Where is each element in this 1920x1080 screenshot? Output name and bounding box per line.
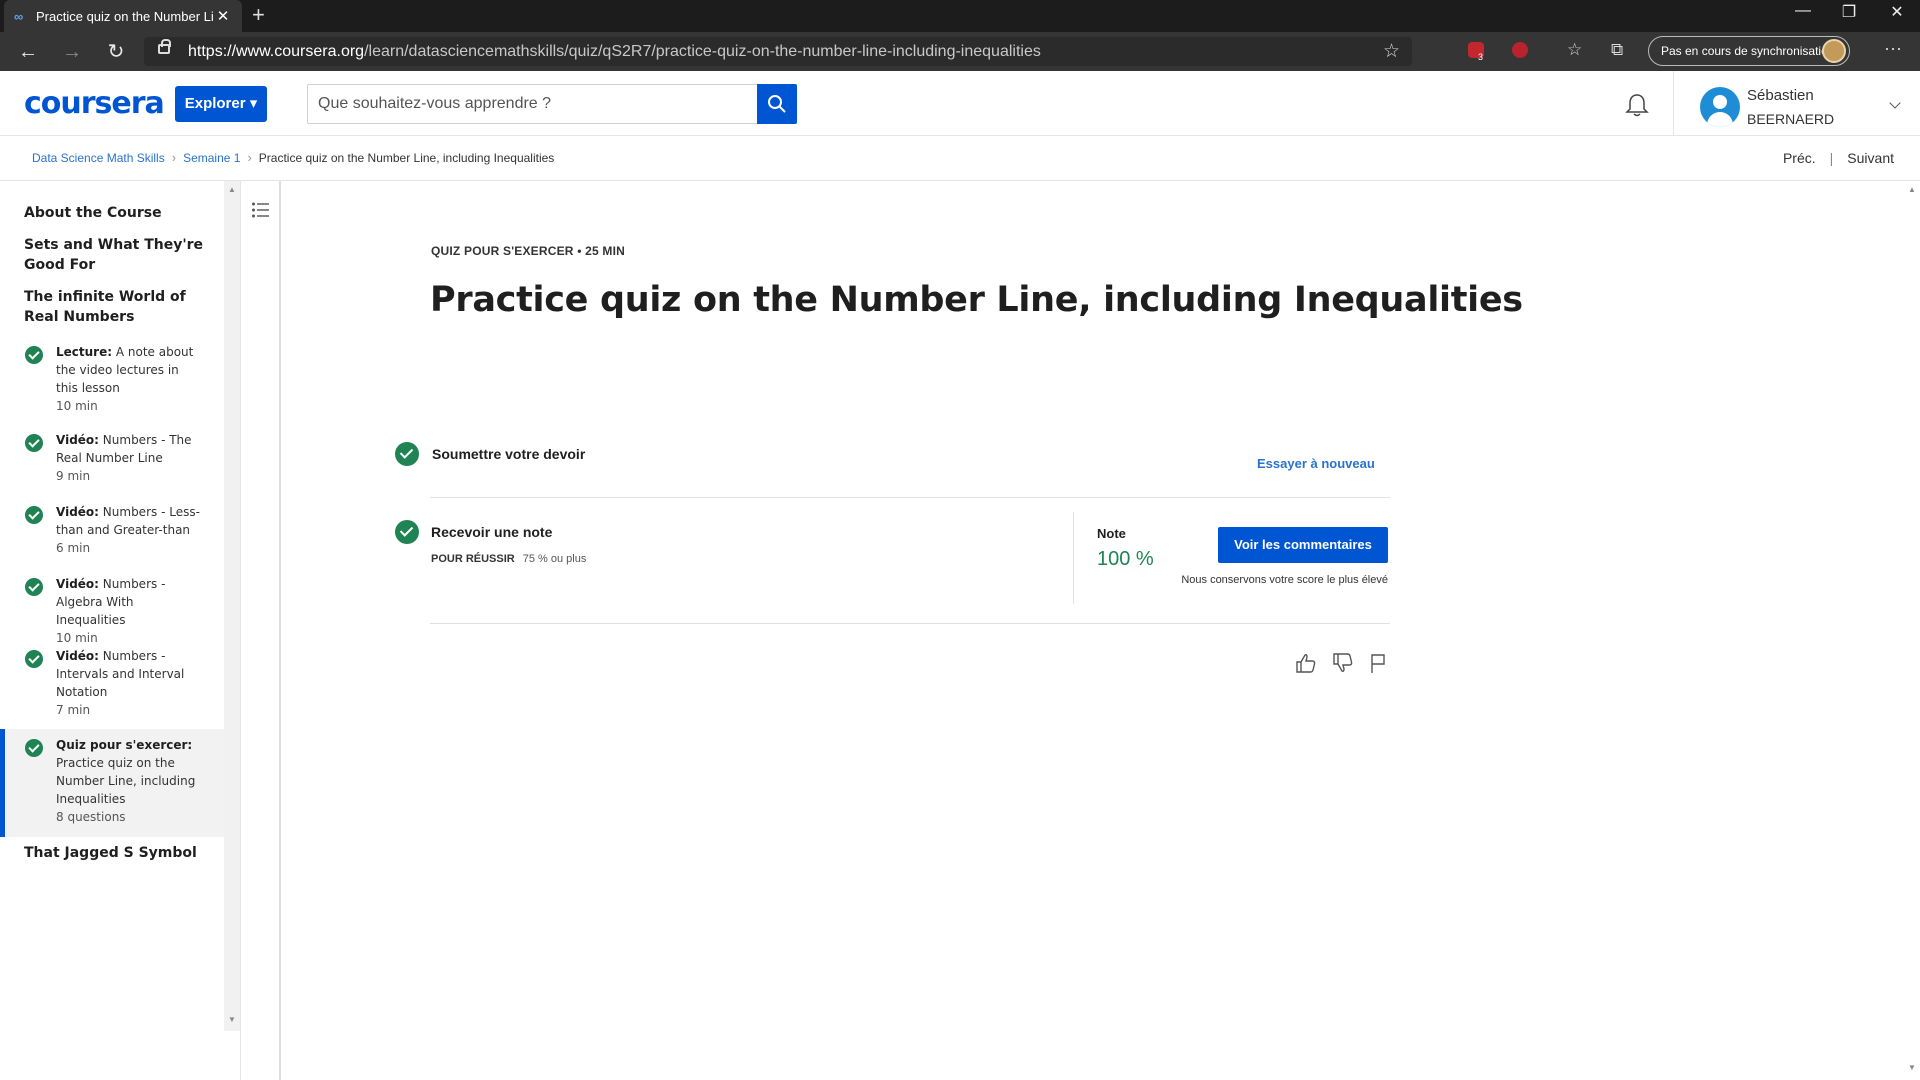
url-text[interactable]: https://www.coursera.org/learn/datascien… xyxy=(188,43,1041,61)
divider xyxy=(1073,512,1074,604)
address-bar[interactable]: https://www.coursera.org/learn/datascien… xyxy=(144,37,1412,66)
extension-badge: 3 xyxy=(1478,52,1484,62)
browser-toolbar: ← → ↻ https://www.coursera.org/learn/dat… xyxy=(0,32,1920,71)
explore-button[interactable]: Explorer ▾ xyxy=(175,86,267,122)
tab-close-icon[interactable]: ✕ xyxy=(214,7,232,25)
toc-column xyxy=(240,181,281,1080)
back-icon[interactable]: ← xyxy=(16,40,40,64)
coursera-favicon-icon: ∞ xyxy=(14,8,24,24)
grade-value: 100 % xyxy=(1097,548,1154,570)
restore-icon[interactable]: ❐ xyxy=(1826,2,1872,22)
flag-icon[interactable] xyxy=(1368,652,1388,674)
profile-sync-button[interactable]: Pas en cours de synchronisation xyxy=(1648,36,1850,66)
grade-label: Note xyxy=(1097,526,1126,541)
like-icon[interactable] xyxy=(1295,652,1317,674)
search-input[interactable] xyxy=(307,84,758,124)
breadcrumb-week[interactable]: Semaine 1 xyxy=(183,151,240,165)
header-divider xyxy=(1673,71,1674,135)
coursera-logo[interactable]: coursera xyxy=(24,86,165,121)
sidebar-item-quiz[interactable]: Quiz pour s'exercer: Practice quiz on th… xyxy=(0,729,224,837)
check-circle-icon xyxy=(25,506,43,524)
step-submit-label: Soumettre votre devoir xyxy=(432,446,586,462)
prev-next-nav: Préc. | Suivant xyxy=(1782,150,1894,166)
search-icon xyxy=(768,95,786,113)
check-circle-icon xyxy=(25,578,43,596)
favorite-star-icon[interactable]: ☆ xyxy=(1383,40,1400,63)
sidebar-item-video-2[interactable]: Vidéo: Numbers - Less-than and Greater-t… xyxy=(0,503,224,563)
more-menu-icon[interactable]: ··· xyxy=(1884,38,1902,59)
step-grade-label: Recevoir une note xyxy=(431,524,553,540)
next-link[interactable]: Suivant xyxy=(1847,150,1894,166)
sidebar-item-video-4[interactable]: Vidéo: Numbers - Intervals and Interval … xyxy=(0,647,224,723)
sidebar-item-video-1[interactable]: Vidéo: Numbers - The Real Number Line 9 m… xyxy=(0,431,224,491)
check-circle-icon xyxy=(25,650,43,668)
divider xyxy=(0,180,1920,181)
site-header: coursera Explorer ▾ Sébastien BEERNAERD xyxy=(0,71,1920,136)
tab-title: Practice quiz on the Number Line, includ… xyxy=(36,8,214,24)
extension-red-icon[interactable] xyxy=(1512,42,1528,58)
course-sidebar: About the Course Sets and What They're G… xyxy=(0,181,224,1080)
bell-icon[interactable] xyxy=(1624,92,1650,118)
breadcrumb: Data Science Math Skills › Semaine 1 › P… xyxy=(32,150,554,165)
new-tab-icon[interactable]: + xyxy=(252,4,265,26)
main-scrollbar[interactable]: ▲ ▼ xyxy=(1904,181,1920,1080)
browser-tab-bar: ∞ Practice quiz on the Number Line, incl… xyxy=(0,0,1920,32)
minimize-icon[interactable]: — xyxy=(1780,2,1826,20)
sidebar-section-about[interactable]: About the Course xyxy=(24,203,214,223)
breadcrumb-current: Practice quiz on the Number Line, includ… xyxy=(258,150,555,165)
page-title: Practice quiz on the Number Line, includ… xyxy=(430,280,1523,320)
toc-list-icon[interactable] xyxy=(251,201,271,219)
item-kicker: QUIZ POUR S'EXERCER • 25 MIN xyxy=(431,244,626,258)
view-feedback-button[interactable]: Voir les commentaires xyxy=(1218,527,1388,563)
sidebar-item-video-3[interactable]: Vidéo: Numbers - Algebra With Inequaliti… xyxy=(0,575,224,645)
sidebar-scrollbar[interactable]: ▲ ▼ xyxy=(224,181,240,1031)
forward-icon[interactable]: → xyxy=(60,40,84,64)
reload-icon[interactable]: ↻ xyxy=(104,40,128,64)
user-last-name[interactable]: BEERNAERD xyxy=(1747,111,1834,127)
prev-link[interactable]: Préc. xyxy=(1783,150,1816,166)
chevron-right-icon: › xyxy=(247,150,252,165)
chevron-down-icon[interactable] xyxy=(1889,97,1901,109)
score-note: Nous conservons votre score le plus élev… xyxy=(1181,574,1388,586)
browser-tab[interactable]: ∞ Practice quiz on the Number Line, incl… xyxy=(4,0,242,32)
check-circle-icon xyxy=(25,346,43,364)
check-circle-icon xyxy=(25,434,43,452)
collections-icon[interactable]: ⧉ xyxy=(1611,40,1623,60)
lock-icon xyxy=(158,39,171,54)
favorites-icon[interactable]: ☆ xyxy=(1567,40,1582,60)
sidebar-section-integral[interactable]: That Jagged S Symbol xyxy=(24,843,214,863)
check-circle-icon xyxy=(25,739,43,757)
retry-link[interactable]: Essayer à nouveau xyxy=(1257,456,1375,471)
check-circle-icon xyxy=(395,520,419,544)
pass-requirement: POUR RÉUSSIR 75 % ou plus xyxy=(431,553,587,565)
sidebar-item-lecture[interactable]: Lecture: A note about the video lectures… xyxy=(0,343,224,419)
divider xyxy=(430,623,1390,624)
dislike-icon[interactable] xyxy=(1332,652,1354,674)
check-circle-icon xyxy=(395,442,419,466)
search-button[interactable] xyxy=(757,84,797,124)
divider xyxy=(430,497,1390,498)
sidebar-section-sets[interactable]: Sets and What They're Good For xyxy=(24,235,214,275)
user-first-name[interactable]: Sébastien xyxy=(1747,87,1814,104)
breadcrumb-course[interactable]: Data Science Math Skills xyxy=(32,151,165,165)
close-window-icon[interactable]: ✕ xyxy=(1874,2,1920,22)
user-avatar[interactable] xyxy=(1700,87,1740,127)
sidebar-section-real-numbers[interactable]: The infinite World of Real Numbers xyxy=(24,287,214,327)
profile-avatar-icon xyxy=(1822,39,1846,63)
chevron-right-icon: › xyxy=(171,150,177,165)
